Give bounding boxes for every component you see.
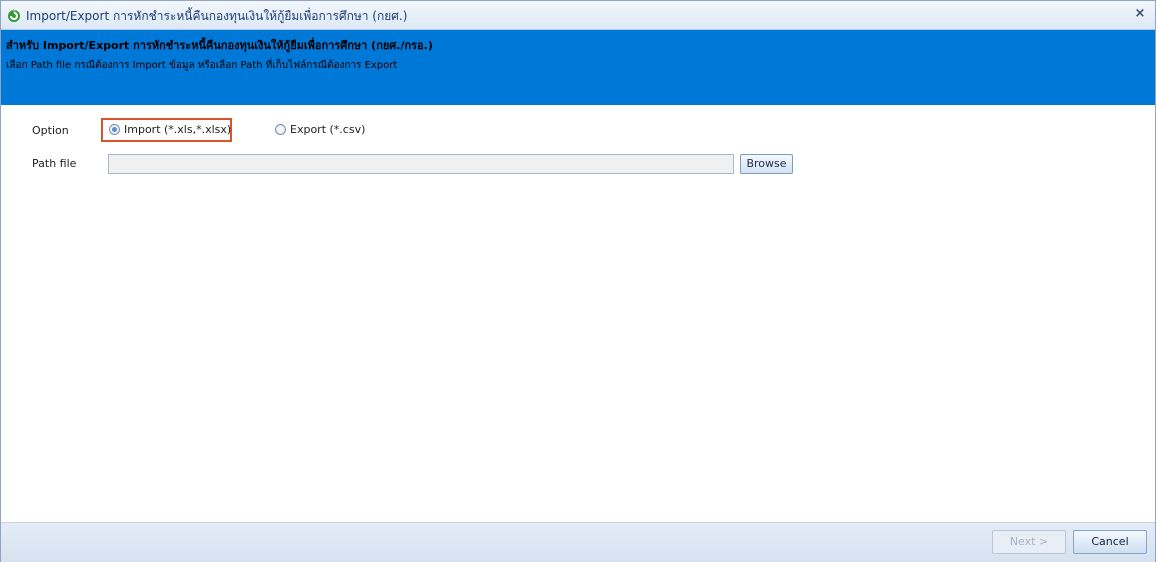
option-label: Option [32, 124, 69, 137]
app-logo-icon [8, 9, 20, 22]
window-title: Import/Export การหักชำระหนี้คืนกองทุนเงิ… [26, 9, 408, 23]
banner-description: เลือก Path file กรณีต้องการ Import ข้อมู… [6, 60, 398, 71]
path-file-label: Path file [32, 157, 77, 170]
import-radio-option[interactable]: Import (*.xls,*.xlsx) [109, 123, 231, 136]
cancel-button[interactable]: Cancel [1073, 530, 1147, 554]
footer-bar: Next > Cancel [1, 522, 1155, 562]
export-radio-option[interactable]: Export (*.csv) [275, 123, 365, 136]
import-radio-label: Import (*.xls,*.xlsx) [124, 123, 232, 136]
import-export-dialog: Import/Export การหักชำระหนี้คืนกองทุนเงิ… [0, 0, 1156, 562]
export-radio-button[interactable] [275, 124, 286, 135]
form-area: Option Import (*.xls,*.xlsx) Export (*.c… [1, 105, 1155, 522]
title-bar: Import/Export การหักชำระหนี้คืนกองทุนเงิ… [1, 1, 1155, 30]
browse-button[interactable]: Browse [740, 154, 793, 174]
path-file-input[interactable] [108, 154, 734, 174]
import-radio-button[interactable] [109, 124, 120, 135]
export-radio-label: Export (*.csv) [290, 123, 366, 136]
banner-title: สำหรับ Import/Export การหักชำระหนี้คืนกอ… [6, 39, 433, 52]
close-icon[interactable]: × [1132, 6, 1148, 22]
next-button[interactable]: Next > [992, 530, 1066, 554]
header-banner: สำหรับ Import/Export การหักชำระหนี้คืนกอ… [1, 30, 1155, 105]
